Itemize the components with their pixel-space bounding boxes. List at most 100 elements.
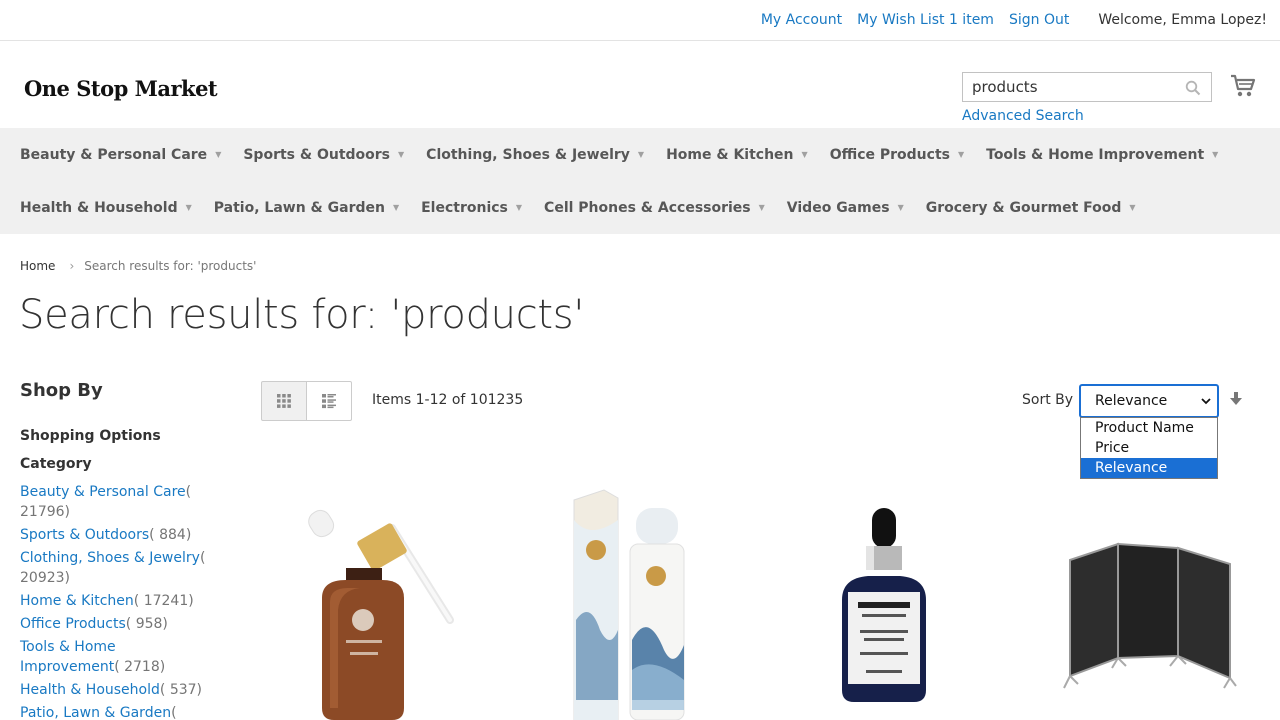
list-view-button[interactable] <box>306 381 352 421</box>
toolbar-item-count: Items 1-12 of 101235 <box>372 392 524 408</box>
nav-item-clothing[interactable]: Clothing, Shoes & Jewelry ▼ <box>426 147 644 163</box>
category-count: 884 <box>159 527 186 543</box>
grid-icon <box>277 394 291 408</box>
nav-item-label: Electronics <box>421 199 508 216</box>
header-links: My Account My Wish List 1 item Sign Out … <box>761 10 1280 30</box>
shop-by-heading: Shop By <box>20 380 103 401</box>
category-name[interactable]: Sports & Outdoors <box>20 527 149 543</box>
category-name[interactable]: Home & Kitchen <box>20 593 134 609</box>
sort-options-dropdown: Product Name Price Relevance <box>1080 417 1218 479</box>
caret-down-icon: ▼ <box>1129 203 1136 212</box>
search-box <box>962 72 1212 102</box>
my-wishlist-link[interactable]: My Wish List 1 item <box>857 10 994 30</box>
product-image-room-divider[interactable] <box>1060 480 1240 720</box>
nav-row-2: Health & Household ▼ Patio, Lawn & Garden… <box>20 181 1158 234</box>
category-name[interactable]: Beauty & Personal Care <box>20 484 186 500</box>
breadcrumb-home-link[interactable]: Home <box>20 259 55 273</box>
nav-item-sports[interactable]: Sports & Outdoors ▼ <box>243 147 404 163</box>
sort-selected-value: Relevance <box>1095 393 1168 409</box>
nav-item-label: Home & Kitchen <box>666 146 794 163</box>
category-name[interactable]: Tools & Home Improvement <box>20 639 116 675</box>
nav-item-health[interactable]: Health & Household ▼ <box>20 200 192 216</box>
nav-item-electronics[interactable]: Electronics ▼ <box>421 200 522 216</box>
category-name[interactable]: Patio, Lawn & Garden <box>20 705 171 720</box>
chevron-right-icon: › <box>69 259 75 273</box>
nav-item-patio[interactable]: Patio, Lawn & Garden ▼ <box>214 200 399 216</box>
category-count: 21796 <box>20 504 65 520</box>
top-header-bar: My Account My Wish List 1 item Sign Out … <box>0 0 1280 41</box>
category-filter-list: Beauty & Personal Care( 21796) Sports & … <box>20 482 210 720</box>
product-image-mouthwash-spray[interactable] <box>560 480 700 720</box>
caret-down-icon: ▼ <box>392 203 400 212</box>
caret-down-icon: ▼ <box>1212 150 1219 159</box>
shopping-cart-icon[interactable] <box>1230 74 1256 98</box>
nav-item-tools[interactable]: Tools & Home Improvement ▼ <box>986 147 1218 163</box>
breadcrumb-current: Search results for: 'products' <box>84 259 257 273</box>
category-name[interactable]: Office Products <box>20 616 126 632</box>
category-filter-item[interactable]: Health & Household( 537) <box>20 680 210 700</box>
nav-item-label: Tools & Home Improvement <box>986 146 1205 163</box>
page-title: Search results for: 'products' <box>19 292 585 338</box>
chevron-down-icon <box>1201 398 1211 405</box>
nav-item-label: Sports & Outdoors <box>243 146 391 163</box>
category-count: 537 <box>169 682 197 698</box>
search-input[interactable] <box>963 73 1211 101</box>
nav-item-home-kitchen[interactable]: Home & Kitchen ▼ <box>666 147 808 163</box>
nav-item-label: Office Products <box>829 146 950 163</box>
category-count: 20923 <box>20 570 65 586</box>
sort-option-relevance[interactable]: Relevance <box>1081 458 1217 478</box>
caret-down-icon: ▼ <box>637 150 645 159</box>
caret-down-icon: ▼ <box>957 150 965 159</box>
caret-down-icon: ▼ <box>801 150 808 159</box>
sort-direction-arrow-icon[interactable] <box>1229 391 1243 407</box>
grid-view-button[interactable] <box>261 381 307 421</box>
nav-item-video-games[interactable]: Video Games ▼ <box>787 200 904 216</box>
welcome-message: Welcome, Emma Lopez! <box>1098 12 1267 28</box>
caret-down-icon: ▼ <box>185 203 192 212</box>
category-name[interactable]: Clothing, Shoes & Jewelry <box>20 550 200 566</box>
category-filter-item[interactable]: Clothing, Shoes & Jewelry( 20923) <box>20 548 210 588</box>
category-filter-title: Category <box>20 456 92 472</box>
nav-item-label: Video Games <box>786 199 890 216</box>
sort-by-label: Sort By <box>1022 392 1074 408</box>
category-filter-item[interactable]: Sports & Outdoors( 884) <box>20 525 210 545</box>
list-icon <box>322 394 336 409</box>
nav-item-grocery[interactable]: Grocery & Gourmet Food ▼ <box>926 200 1136 216</box>
nav-item-label: Health & Household <box>20 199 178 216</box>
nav-item-label: Patio, Lawn & Garden <box>213 199 385 216</box>
category-filter-item[interactable]: Office Products( 958) <box>20 614 210 634</box>
category-count: 2718 <box>124 659 160 675</box>
search-icon[interactable] <box>1185 80 1201 96</box>
sort-by-select[interactable]: Relevance <box>1080 385 1218 417</box>
sort-option-product-name[interactable]: Product Name <box>1081 418 1217 438</box>
category-name[interactable]: Health & Household <box>20 682 160 698</box>
shopping-options-heading: Shopping Options <box>20 428 161 444</box>
category-count: 17241 <box>143 593 189 609</box>
category-filter-item[interactable]: Patio, Lawn & Garden( 320) <box>20 703 210 720</box>
sign-out-link[interactable]: Sign Out <box>1009 10 1069 30</box>
caret-down-icon: ▼ <box>215 150 222 159</box>
nav-item-label: Beauty & Personal Care <box>20 146 208 163</box>
product-image-serum-dropper-bottle[interactable] <box>300 480 460 720</box>
category-filter-item[interactable]: Tools & Home Improvement( 2718) <box>20 637 210 677</box>
category-count: 958 <box>135 616 163 632</box>
category-navigation: Beauty & Personal Care ▼ Sports & Outdoor… <box>0 128 1280 234</box>
nav-row-1: Beauty & Personal Care ▼ Sports & Outdoor… <box>20 128 1240 181</box>
advanced-search-link[interactable]: Advanced Search <box>962 108 1084 124</box>
caret-down-icon: ▼ <box>398 150 405 159</box>
my-account-link[interactable]: My Account <box>761 10 842 30</box>
sort-option-price[interactable]: Price <box>1081 438 1217 458</box>
nav-item-label: Clothing, Shoes & Jewelry <box>426 146 630 163</box>
nav-item-beauty[interactable]: Beauty & Personal Care ▼ <box>20 147 221 163</box>
category-filter-item[interactable]: Home & Kitchen( 17241) <box>20 591 210 611</box>
caret-down-icon: ▼ <box>758 203 765 212</box>
nav-item-office[interactable]: Office Products ▼ <box>830 147 964 163</box>
category-filter-item[interactable]: Beauty & Personal Care( 21796) <box>20 482 210 522</box>
nav-item-cell-phones[interactable]: Cell Phones & Accessories ▼ <box>544 200 765 216</box>
breadcrumb: Home › Search results for: 'products' <box>20 259 256 273</box>
caret-down-icon: ▼ <box>515 203 523 212</box>
store-logo[interactable]: One Stop Market <box>24 76 218 101</box>
nav-item-label: Grocery & Gourmet Food <box>925 199 1122 216</box>
product-image-hair-serum-bottle[interactable] <box>822 480 946 720</box>
nav-item-label: Cell Phones & Accessories <box>544 199 751 216</box>
